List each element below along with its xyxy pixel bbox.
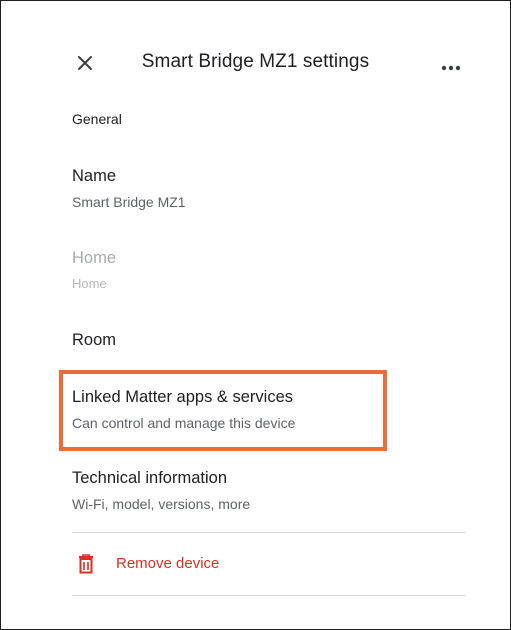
section-heading-general: General [72, 111, 122, 127]
setting-technical-information[interactable]: Technical information Wi-Fi, model, vers… [72, 468, 462, 513]
setting-room[interactable]: Room [72, 330, 462, 350]
setting-label: Name [72, 167, 117, 185]
setting-home: Home Home [72, 248, 462, 293]
page-title: Smart Bridge MZ1 settings [141, 51, 370, 72]
setting-label: Home [72, 249, 117, 267]
setting-label: Technical information [72, 469, 227, 487]
setting-value: Wi-Fi, model, versions, more [72, 496, 251, 512]
setting-value: Can control and manage this device [72, 415, 296, 431]
setting-value: Smart Bridge MZ1 [72, 194, 186, 210]
setting-linked-matter-apps[interactable]: Linked Matter apps & services Can contro… [72, 387, 462, 432]
setting-label: Linked Matter apps & services [72, 388, 294, 406]
divider [72, 532, 466, 533]
more-options-button[interactable] [440, 59, 462, 71]
divider [72, 595, 466, 596]
more-horizontal-icon [441, 65, 461, 71]
setting-value: Home [72, 276, 107, 291]
header-bar: Smart Bridge MZ1 settings [1, 39, 510, 85]
setting-label: Room [72, 331, 117, 349]
settings-screen: Smart Bridge MZ1 settings General Name S… [0, 0, 511, 630]
remove-device-label: Remove device [116, 555, 220, 572]
setting-name[interactable]: Name Smart Bridge MZ1 [72, 166, 462, 211]
trash-icon [79, 554, 93, 574]
remove-device-button[interactable]: Remove device [72, 551, 466, 579]
